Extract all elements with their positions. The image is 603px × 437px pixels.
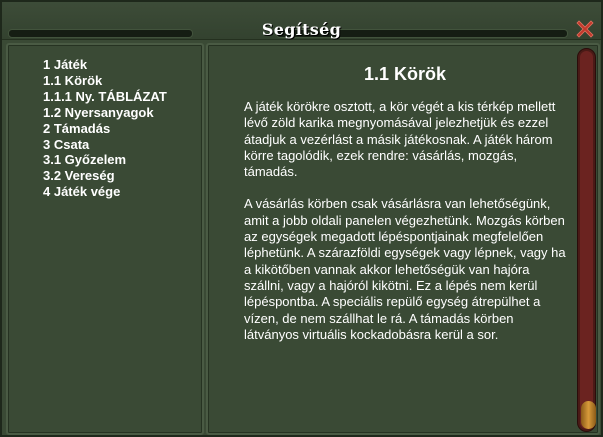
toc-item[interactable]: 1 Játék [43,57,167,73]
table-of-contents: 1 Játék 1.1 Körök 1.1.1 Ny. TÁBLÁZAT 1.2 Ny… [6,43,204,435]
window-title: Segítség [261,20,342,39]
toc-item[interactable]: 1.1.1 Ny. TÁBLÁZAT [43,89,167,105]
content-paragraph: A játék körökre osztott, a kör végét a k… [244,99,556,180]
toc-item[interactable]: 3 Csata [43,137,167,153]
toc-item[interactable]: 3.2 Vereség [43,168,167,184]
help-content: 1.1 Körök A játék körökre osztott, a kör… [206,43,600,435]
content-paragraphs: A játék körökre osztott, a kör végét a k… [244,99,566,343]
content-heading: 1.1 Körök [363,64,447,84]
toc-item[interactable]: 3.1 Győzelem [43,152,167,168]
toc-item[interactable]: 1.2 Nyersanyagok [43,105,167,121]
content-scrollbar[interactable] [577,48,596,432]
content-paragraph: A vásárlás körben csak vásárlásra van le… [244,196,566,342]
toc-item[interactable]: 1.1 Körök [43,73,167,89]
help-content-body: 1.1 Körök A játék körökre osztott, a kör… [244,63,566,359]
help-window: Segítség 1 Játék 1.1 Körök 1.1.1 Ny. TÁBLÁ… [0,0,603,437]
close-button[interactable] [574,18,596,40]
toc-list: 1 Játék 1.1 Körök 1.1.1 Ny. TÁBLÁZAT 1.2 Ny… [43,57,167,200]
toc-item[interactable]: 4 Játék vége [43,184,167,200]
scroll-track[interactable] [580,51,596,429]
scroll-thumb[interactable] [581,401,596,429]
toc-item[interactable]: 2 Támadás [43,121,167,137]
title-bar: Segítség [2,2,601,40]
close-icon [576,20,594,38]
